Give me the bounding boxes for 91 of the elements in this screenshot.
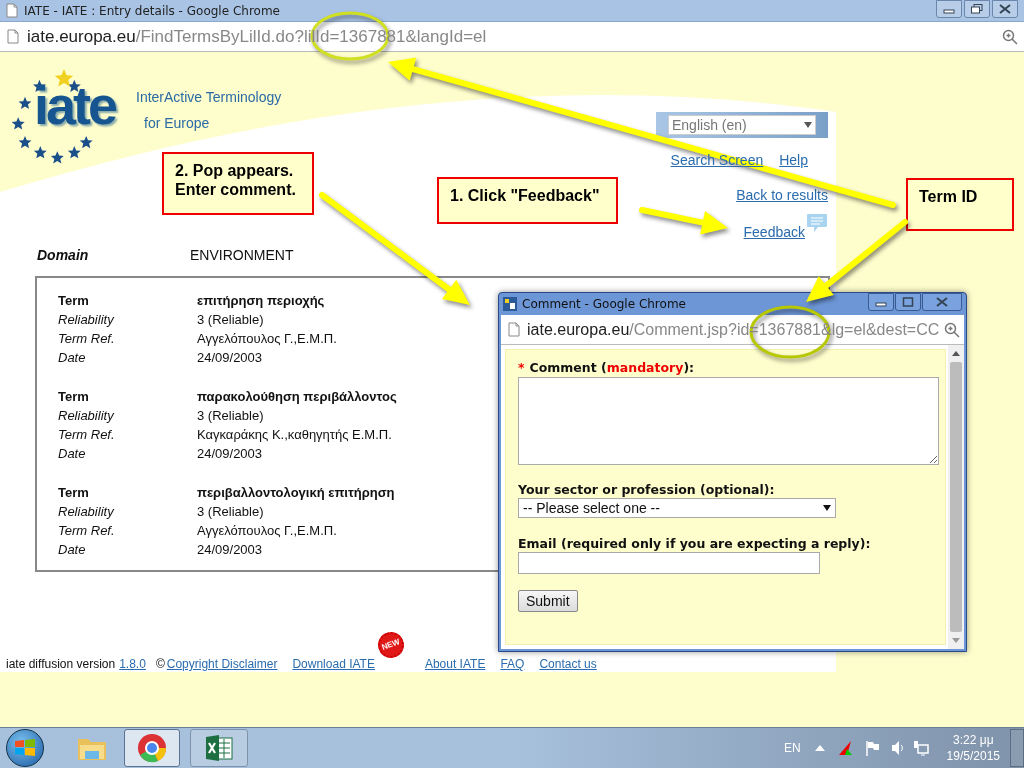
term-value: επιτήρηση περιοχής (197, 292, 325, 310)
language-select[interactable]: English (en) (668, 115, 816, 135)
field-label: * Comment (mandatory): (518, 360, 696, 376)
field-value: 3 (Reliable) (197, 407, 264, 425)
domain-value: ENVIRONMENT (190, 246, 294, 265)
maximize-button[interactable] (895, 293, 921, 311)
field-label: Term Ref. (58, 522, 116, 540)
callout-text: Enter comment. (175, 180, 297, 199)
close-icon (999, 4, 1011, 14)
callout-text: 1. Click "Feedback" (450, 186, 601, 205)
field-label: Term Ref. (58, 426, 116, 444)
comment-field[interactable] (518, 377, 939, 465)
maximize-icon (902, 297, 914, 307)
field-label: Term Ref. (58, 330, 116, 348)
popup-title: Comment - Google Chrome (522, 296, 686, 313)
nav-link[interactable]: Search Screen (670, 150, 764, 170)
field-value: Αγγελόπουλος Γ.,Ε.Μ.Π. (197, 330, 337, 348)
tray-app-icon[interactable] (836, 741, 853, 755)
clock-date[interactable]: 19/5/2015 (946, 748, 1000, 764)
window-title: IATE - IATE : Entry details - Google Chrome (24, 2, 280, 20)
footer-link[interactable]: Download IATE (292, 657, 375, 671)
tagline: InterActive Terminology (136, 88, 282, 107)
field-label: Term (58, 292, 90, 310)
zoom-icon[interactable] (1002, 28, 1018, 45)
field-label: Your sector or profession (optional): (518, 482, 776, 498)
zoom-icon[interactable] (944, 321, 960, 338)
field-label: Email (required only if you are expecting a reply): (518, 536, 872, 552)
email-field[interactable] (518, 552, 820, 574)
field-label: Term (58, 388, 90, 406)
show-desktop-button[interactable] (1010, 729, 1024, 767)
page-icon (6, 3, 18, 18)
feedback-link[interactable]: Feedback (743, 222, 805, 242)
dropdown-arrow-icon (804, 122, 812, 128)
field-value: 24/09/2003 (197, 445, 263, 463)
field-label: Date (58, 541, 87, 559)
app-icon (503, 297, 517, 311)
scroll-down-icon[interactable] (952, 638, 960, 643)
copyright-mark: © (155, 656, 165, 672)
field-value: 24/09/2003 (197, 541, 263, 559)
speaker-icon[interactable] (890, 740, 905, 756)
domain-label: Domain (37, 246, 90, 265)
term-value: παρακολούθηση περιβάλλοντος (197, 388, 397, 406)
term-value: περιβαλλοντολογική επιτήρηση (197, 484, 395, 502)
show-hidden-icons-icon[interactable] (814, 745, 825, 751)
back-link[interactable]: Back to results (736, 185, 828, 205)
restore-icon (971, 4, 983, 14)
close-button[interactable] (992, 0, 1018, 18)
field-label: Date (58, 349, 87, 367)
page-icon (508, 322, 520, 337)
network-icon[interactable] (912, 740, 929, 756)
version-link[interactable]: 1.8.0 (119, 656, 146, 672)
scroll-up-icon[interactable] (952, 351, 960, 356)
flag-icon[interactable] (864, 740, 881, 756)
sector-select[interactable]: -- Please select one -- (518, 498, 836, 518)
page-icon (7, 29, 19, 44)
field-value: 3 (Reliable) (197, 503, 264, 521)
speech-bubble-icon[interactable] (806, 213, 828, 233)
field-value: 3 (Reliable) (197, 311, 264, 329)
version-label: iate diffusion version (6, 656, 116, 672)
start-icon (14, 738, 36, 758)
dropdown-arrow-icon (823, 505, 831, 511)
browser-icon (137, 733, 167, 763)
taskbar-app-button[interactable] (124, 729, 180, 767)
footer-link[interactable]: About IATE (424, 657, 486, 671)
footer-link[interactable]: FAQ (500, 657, 525, 671)
close-button[interactable] (922, 293, 962, 311)
submit-button[interactable]: Submit (518, 590, 578, 612)
taskbar-app-button[interactable] (190, 729, 248, 767)
scrollbar[interactable] (948, 345, 964, 649)
field-value: Καγκαράκης Κ.,καθηγητής Ε.Μ.Π. (197, 426, 392, 444)
logo-text: iate (34, 78, 116, 132)
callout-text: 2. Pop appears. (175, 161, 295, 180)
field-label: Date (58, 445, 87, 463)
close-icon (936, 297, 948, 307)
clock-time[interactable]: 3:22 μμ (953, 732, 994, 748)
nav-link[interactable]: Help (779, 150, 808, 170)
restore-button[interactable] (964, 0, 990, 18)
field-value: Αγγελόπουλος Γ.,Ε.Μ.Π. (197, 522, 337, 540)
callout-text: Term ID (919, 187, 979, 206)
field-label: Term (58, 484, 90, 502)
field-label: Reliability (58, 311, 115, 329)
start-button[interactable] (6, 729, 44, 767)
tagline: for Europe (144, 114, 211, 133)
minimize-button[interactable] (868, 293, 894, 311)
scroll-thumb[interactable] (950, 362, 962, 632)
field-label: Reliability (58, 503, 115, 521)
footer-link[interactable]: Copyright Disclaimer (166, 657, 278, 671)
field-label: Reliability (58, 407, 115, 425)
spreadsheet-icon (204, 733, 234, 763)
footer-link[interactable]: Contact us (539, 657, 597, 671)
field-value: 24/09/2003 (197, 349, 263, 367)
